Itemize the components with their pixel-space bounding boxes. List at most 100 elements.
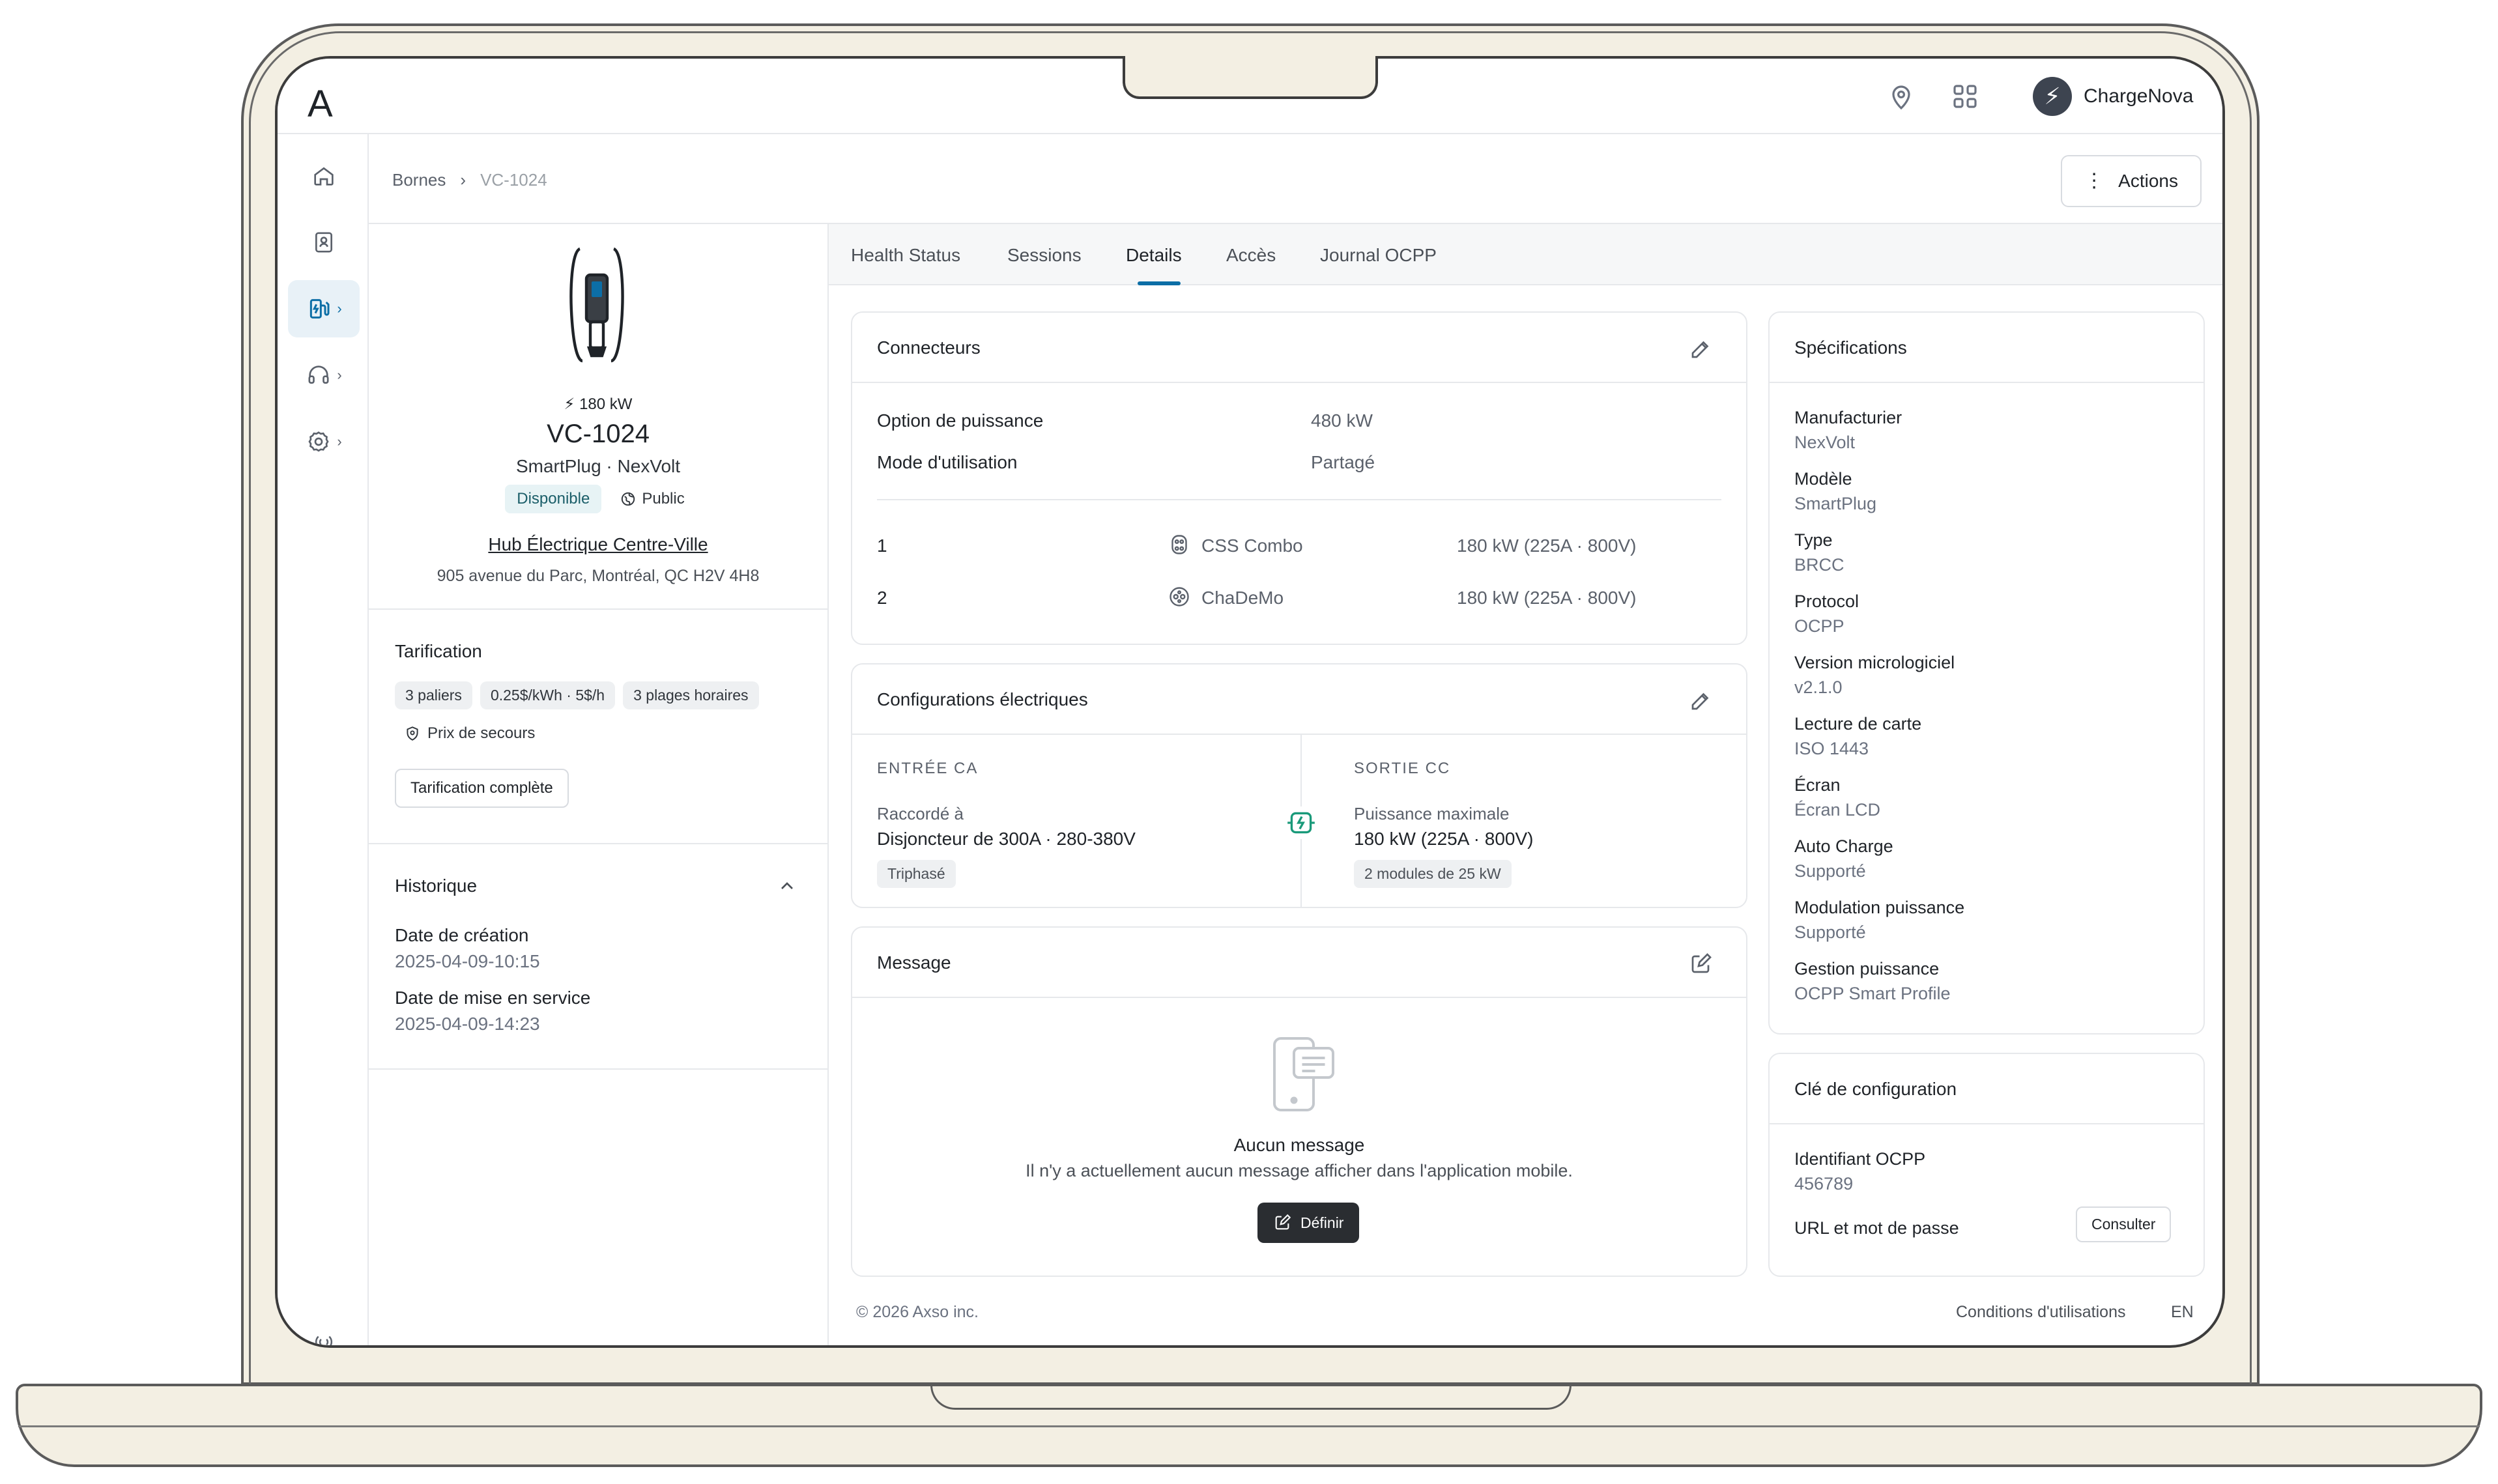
pricing-chip: 3 plages horaires bbox=[623, 681, 759, 709]
dc-output-caption: SORTIE CC bbox=[1354, 760, 1451, 777]
url-password-label: URL et mot de passe bbox=[1794, 1218, 1959, 1238]
sidebar-item-settings[interactable]: › bbox=[288, 413, 360, 470]
ev-charger-icon bbox=[310, 299, 330, 319]
sidebar-item-connection-status[interactable] bbox=[288, 1313, 360, 1345]
define-message-button[interactable]: Définir bbox=[1257, 1203, 1360, 1243]
sidebar-item-home[interactable] bbox=[288, 147, 360, 205]
broadcast-signal-icon bbox=[315, 1335, 333, 1345]
spec-value: OCPP bbox=[1794, 616, 1845, 636]
shield-icon bbox=[407, 726, 418, 741]
spec-label: Modulation puissance bbox=[1794, 898, 1965, 917]
chevron-up-icon[interactable] bbox=[777, 876, 797, 896]
pricing-chip: 3 paliers bbox=[395, 681, 472, 709]
connector-type: ChaDeMo bbox=[1201, 588, 1284, 608]
active-tab-indicator bbox=[1138, 281, 1181, 285]
lightning-avatar-icon: ⚡ bbox=[2033, 77, 2072, 116]
sidebar-item-contacts[interactable] bbox=[288, 214, 360, 271]
app-logo[interactable]: A bbox=[308, 82, 333, 126]
empty-message-description: Il n'y a actuellement aucun message affi… bbox=[1026, 1161, 1573, 1180]
specifications-title: Spécifications bbox=[1794, 337, 1907, 358]
spec-value: Écran LCD bbox=[1794, 800, 1881, 820]
tab-access[interactable]: Accès bbox=[1226, 245, 1276, 266]
full-pricing-button[interactable]: Tarification complète bbox=[395, 769, 569, 808]
backup-price: Prix de secours bbox=[404, 724, 535, 743]
connectors-card: Connecteurs Option de puissance 480 kW M… bbox=[851, 311, 1747, 645]
terms-link[interactable]: Conditions d'utilisations bbox=[1956, 1303, 2125, 1322]
spec-label: Lecture de carte bbox=[1794, 714, 1922, 734]
breadcrumb-separator-icon: › bbox=[460, 170, 467, 190]
actions-button-label: Actions bbox=[2118, 171, 2178, 191]
power-rating: ⚡︎ 180 kW bbox=[369, 395, 827, 414]
message-title: Message bbox=[877, 952, 951, 973]
charger-illustration-icon bbox=[569, 247, 624, 363]
electrical-config-title: Configurations électriques bbox=[877, 689, 1088, 709]
user-name: ChargeNova bbox=[2084, 85, 2194, 107]
user-menu[interactable]: ⚡ ChargeNova bbox=[2033, 77, 2193, 116]
message-card: Message Aucun message Il n'y a actuellem… bbox=[851, 926, 1747, 1277]
site-link[interactable]: Hub Électrique Centre-Ville bbox=[369, 534, 827, 555]
power-conversion-icon bbox=[1285, 806, 1317, 839]
spec-value: ISO 1443 bbox=[1794, 739, 1869, 758]
ac-connected-value: Disjoncteur de 300A · 280-380V bbox=[877, 829, 1136, 849]
charger-name: VC-1024 bbox=[547, 420, 650, 448]
status-badge: Disponible bbox=[505, 485, 602, 513]
spec-label: Protocol bbox=[1794, 592, 1859, 611]
tab-ocpp-log[interactable]: Journal OCPP bbox=[1320, 245, 1437, 266]
dc-max-power-label: Puissance maximale bbox=[1354, 804, 1510, 823]
power-option-label: Option de puissance bbox=[877, 410, 1044, 431]
card-divider bbox=[1770, 1123, 2204, 1124]
config-key-card: Clé de configuration Identifiant OCPP 45… bbox=[1768, 1053, 2205, 1277]
card-divider bbox=[852, 997, 1746, 998]
ocpp-id-value: 456789 bbox=[1794, 1174, 1854, 1193]
tab-health-status[interactable]: Health Status bbox=[851, 245, 960, 266]
location-pin-icon[interactable] bbox=[1886, 81, 1917, 112]
spec-value: OCPP Smart Profile bbox=[1794, 984, 1951, 1003]
connector-id: 2 bbox=[877, 588, 887, 608]
created-date-value: 2025-04-09-10:15 bbox=[395, 951, 540, 971]
edit-square-icon[interactable] bbox=[1689, 952, 1712, 976]
pricing-chip: 0.25$/kWh · 5$/h bbox=[480, 681, 616, 709]
globe-icon bbox=[622, 492, 635, 506]
spec-label: Version micrologiciel bbox=[1794, 653, 1955, 672]
breadcrumb-root-link[interactable]: Bornes bbox=[392, 170, 446, 190]
sidebar: › › › bbox=[278, 134, 369, 1345]
contacts-book-icon bbox=[315, 232, 332, 253]
connector-id: 1 bbox=[877, 535, 887, 556]
pencil-icon[interactable] bbox=[1689, 337, 1712, 361]
connectors-title: Connecteurs bbox=[877, 337, 981, 358]
divider bbox=[369, 843, 827, 844]
laptop-base-edge bbox=[18, 1425, 2480, 1427]
pricing-title: Tarification bbox=[395, 641, 482, 661]
spec-value: NexVolt bbox=[1794, 433, 1856, 452]
actions-button[interactable]: ⋮ Actions bbox=[2061, 155, 2202, 207]
charger-summary-panel: ⚡︎ 180 kW VC-1024 SmartPlug · NexVolt Di… bbox=[369, 224, 829, 1345]
divider bbox=[369, 1068, 827, 1070]
laptop-opening-notch bbox=[930, 1385, 1572, 1410]
screen-notch bbox=[1123, 56, 1378, 99]
spec-label: Type bbox=[1794, 530, 1833, 550]
language-switch[interactable]: EN bbox=[2171, 1303, 2194, 1322]
pricing-chips: 3 paliers 0.25$/kWh · 5$/h 3 plages horair… bbox=[395, 681, 767, 709]
power-rating-value: 180 kW bbox=[579, 395, 633, 413]
tab-sessions[interactable]: Sessions bbox=[1007, 245, 1082, 266]
spec-label: Auto Charge bbox=[1794, 836, 1893, 856]
connector-spec: 180 kW (225A · 800V) bbox=[1457, 588, 1637, 608]
pencil-icon[interactable] bbox=[1689, 689, 1712, 713]
define-button-label: Définir bbox=[1300, 1214, 1344, 1231]
ccs-plug-icon bbox=[1171, 535, 1187, 554]
tab-details[interactable]: Details bbox=[1126, 245, 1182, 266]
access-badge-label: Public bbox=[642, 490, 685, 507]
card-divider bbox=[1770, 382, 2204, 383]
copyright: © 2026 Axso inc. bbox=[856, 1303, 979, 1321]
consult-button[interactable]: Consulter bbox=[2076, 1206, 2172, 1242]
phone-message-icon bbox=[1273, 1037, 1334, 1111]
usage-mode-label: Mode d'utilisation bbox=[877, 452, 1018, 472]
sidebar-item-chargers[interactable]: › bbox=[288, 280, 360, 337]
apps-grid-icon[interactable] bbox=[1949, 81, 1981, 112]
spec-value: BRCC bbox=[1794, 555, 1845, 575]
usage-mode-value: Partagé bbox=[1311, 452, 1375, 472]
commissioned-date-label: Date de mise en service bbox=[395, 988, 591, 1008]
connector-spec: 180 kW (225A · 800V) bbox=[1457, 535, 1637, 556]
sidebar-item-support[interactable]: › bbox=[288, 347, 360, 404]
headset-icon bbox=[308, 365, 329, 384]
